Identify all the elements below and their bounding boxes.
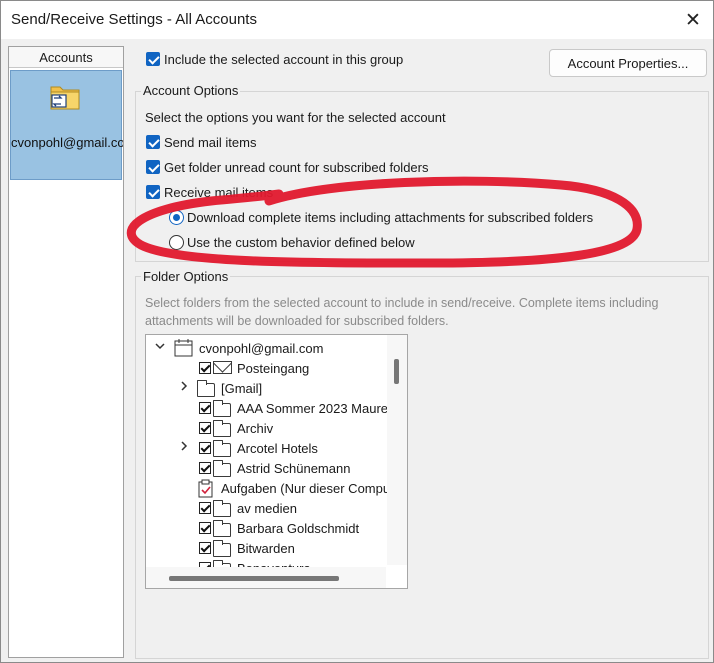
folder-checkbox[interactable] [199,362,211,374]
close-button[interactable]: ✕ [673,1,713,39]
tree-vertical-scroll-thumb[interactable] [394,359,399,384]
tree-row-label: Barbara Goldschmidt [237,521,360,536]
unread-count-label: Get folder unread count for subscribed f… [164,160,429,175]
chevron-right-icon[interactable] [178,440,190,455]
include-in-group-label: Include the selected account in this gro… [164,52,404,67]
folder-icon [213,540,231,557]
folder-options-description: Select folders from the selected account… [145,296,659,328]
receive-mail-items-checkbox[interactable] [146,185,160,199]
tree-row-archiv[interactable]: Archiv [146,418,386,438]
tree-row-label: [Gmail] [221,381,263,396]
custom-behavior-radio[interactable] [169,235,184,250]
folder-icon [213,460,231,477]
tree-row-posteingang[interactable]: Posteingang [146,358,386,378]
window-title: Send/Receive Settings - All Accounts [11,11,257,28]
tree-row-label: Archiv [237,421,274,436]
tree-row-aufgaben[interactable]: Aufgaben (Nur dieser Computer) [146,478,407,498]
tree-row-label: Aufgaben (Nur dieser Computer) [221,481,408,496]
folder-checkbox[interactable] [199,522,211,534]
folder-checkbox[interactable] [199,402,211,414]
tree-row-aaa-sommer[interactable]: AAA Sommer 2023 Maurer [146,398,392,418]
account-folder-icon [48,81,82,111]
folder-options-title: Folder Options [141,269,231,284]
accounts-list: Accounts cvonpohl@gmail.com [8,46,124,658]
send-receive-dialog: Send/Receive Settings - All Accounts ✕ A… [0,0,714,663]
tree-vertical-scrollbar[interactable] [387,335,407,565]
download-complete-radio[interactable] [169,210,184,225]
download-complete-label: Download complete items including attach… [187,210,594,225]
folder-icon [213,520,231,537]
tree-row-gmail[interactable]: [Gmail] [146,378,386,398]
tree-row-astrid[interactable]: Astrid Schünemann [146,458,386,478]
tree-horizontal-scroll-thumb[interactable] [169,576,339,581]
tree-row-arcotel[interactable]: Arcotel Hotels [146,438,386,458]
mail-icon [213,361,232,374]
folder-checkbox[interactable] [199,502,211,514]
tree-row-label: Bitwarden [237,541,295,556]
folder-icon [213,420,231,437]
tree-row-bitwarden[interactable]: Bitwarden [146,538,386,558]
tree-row-barbara[interactable]: Barbara Goldschmidt [146,518,386,538]
tree-row-label: AAA Sommer 2023 Maurer [237,401,393,416]
title-bar: Send/Receive Settings - All Accounts ✕ [1,1,713,39]
tree-row-label: Astrid Schünemann [237,461,351,476]
account-options-instruction: Select the options you want for the sele… [145,110,446,125]
folder-icon [213,440,231,457]
folder-checkbox[interactable] [199,542,211,554]
folder-icon [213,400,231,417]
tree-row-label: av medien [237,501,297,516]
unread-count-checkbox[interactable] [146,160,160,174]
send-mail-items-label: Send mail items [164,135,257,150]
tree-row-account[interactable]: cvonpohl@gmail.com [146,338,386,358]
chevron-right-icon[interactable] [178,380,190,395]
account-properties-button[interactable]: Account Properties... [549,49,707,77]
chevron-down-icon[interactable] [154,340,166,355]
tree-horizontal-scrollbar[interactable] [146,567,386,588]
include-in-group-checkbox[interactable] [146,52,160,66]
folder-checkbox[interactable] [199,422,211,434]
account-item-label: cvonpohl@gmail.com [11,135,123,150]
folder-checkbox[interactable] [199,442,211,454]
tree-row-label: Arcotel Hotels [237,441,318,456]
account-item-gmail[interactable]: cvonpohl@gmail.com [10,70,123,180]
account-options-title: Account Options [141,83,241,98]
folder-icon [197,380,215,397]
accounts-header: Accounts [9,47,123,68]
custom-behavior-label: Use the custom behavior defined below [187,235,415,250]
folder-tree[interactable]: cvonpohl@gmail.com Posteingang [Gmail] A… [145,334,408,589]
tree-row-label: cvonpohl@gmail.com [199,341,324,356]
receive-mail-items-label: Receive mail items [164,185,274,200]
tree-row-av-medien[interactable]: av medien [146,498,386,518]
send-mail-items-checkbox[interactable] [146,135,160,149]
folder-checkbox[interactable] [199,462,211,474]
folder-icon [213,500,231,517]
tree-row-label: Posteingang [237,361,310,376]
